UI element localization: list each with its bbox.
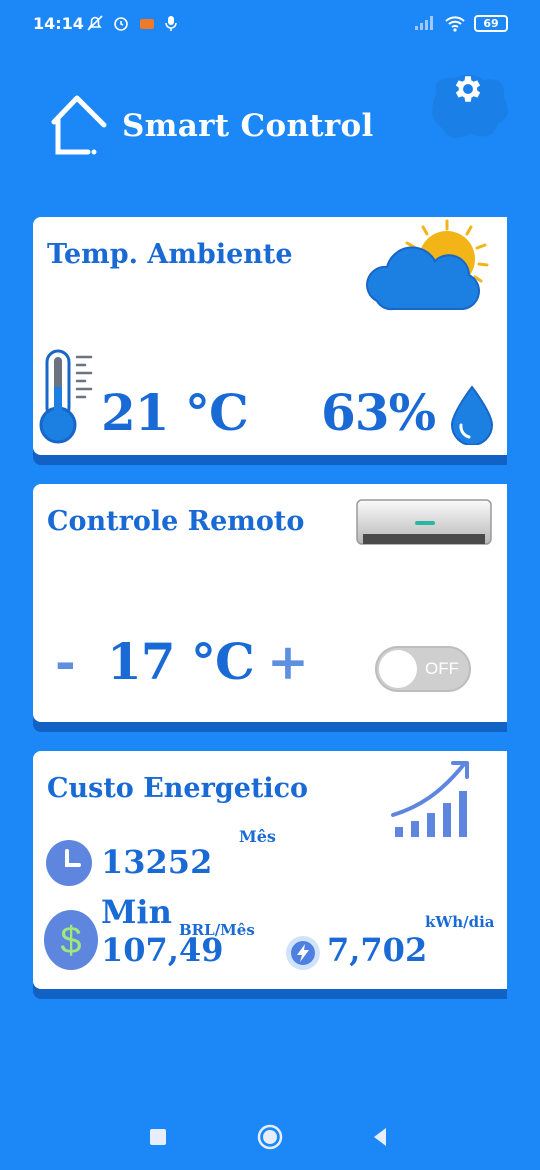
dollar-icon: $ (44, 910, 98, 970)
mic-icon (165, 16, 177, 31)
setpoint-number: 17 (107, 632, 176, 691)
kwh-value: 7,702 (327, 931, 428, 969)
remote-card: Controle Remoto - 17 °C + OFF (33, 484, 507, 722)
alarm-icon (114, 17, 128, 31)
status-left-icons (86, 14, 178, 32)
ambient-card: Temp. Ambiente 21 °C 63% (33, 217, 507, 455)
toggle-knob (379, 650, 417, 688)
mute-icon (87, 15, 103, 31)
energy-title: Custo Energetico (47, 773, 309, 804)
period-label: Mês (239, 827, 276, 846)
ambient-temperature-value: 21 °C (101, 383, 249, 442)
recent-apps-button[interactable] (148, 1127, 168, 1147)
setpoint-value: 17 °C (107, 632, 255, 691)
ambient-temperature-unit: °C (185, 383, 249, 442)
clock-icon (46, 840, 92, 886)
wifi-icon (445, 16, 465, 32)
status-right-icons: 69 (414, 14, 508, 32)
signal-icon (415, 16, 433, 30)
cost-value: 107,49 (101, 931, 224, 969)
minutes-value: 13252 (101, 843, 213, 881)
toggle-label: OFF (425, 659, 459, 678)
increase-temperature-button[interactable]: + (267, 632, 309, 691)
ambient-title: Temp. Ambiente (47, 239, 293, 270)
energy-card: Custo Energetico Mês 13252 Min $ BRL/Mês… (33, 751, 507, 989)
remote-title: Controle Remoto (47, 506, 305, 537)
ambient-temperature-number: 21 (101, 383, 170, 442)
status-time: 14:14 (33, 14, 84, 33)
status-bar: 14:14 69 (0, 0, 540, 50)
thermometer-icon (39, 349, 93, 444)
decrease-temperature-button[interactable]: - (55, 632, 76, 691)
battery-icon: 69 (474, 14, 508, 32)
humidity-value: 63% (321, 383, 436, 442)
water-drop-icon (450, 385, 494, 445)
home-icon[interactable] (44, 92, 110, 158)
svg-text:$: $ (60, 920, 81, 962)
setpoint-unit: °C (191, 632, 255, 691)
kwh-unit: kWh/dia (425, 913, 495, 931)
app-title: Smart Control (122, 108, 374, 144)
weather-icon (366, 219, 489, 311)
growth-chart-icon (391, 761, 469, 837)
app-header: Smart Control (44, 74, 514, 170)
power-toggle[interactable]: OFF (375, 646, 471, 692)
settings-button[interactable] (426, 72, 510, 142)
system-nav-bar (0, 1115, 540, 1160)
minutes-label: Min (101, 893, 172, 931)
video-icon (140, 19, 154, 29)
lightning-icon (286, 936, 320, 970)
gear-icon (455, 76, 481, 102)
air-conditioner-icon (356, 499, 492, 545)
back-button[interactable] (370, 1126, 390, 1148)
home-nav-button[interactable] (256, 1123, 284, 1151)
